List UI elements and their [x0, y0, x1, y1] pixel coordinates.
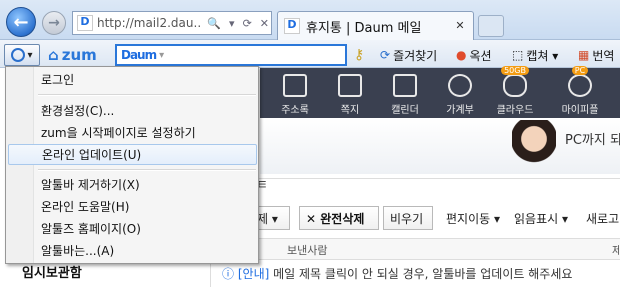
nav-label: 캘린더 [391, 105, 419, 116]
nav-label: 마이피플 [561, 105, 599, 116]
update-notice[interactable]: ⓘ [안내] 메일 제목 클릭이 안 되실 경우, 알툴바를 업데이트 해주세요 [222, 265, 572, 282]
nav-household-ledger[interactable]: 가계부 [437, 72, 483, 116]
refresh-icon[interactable]: ⟳ [241, 17, 254, 30]
forward-arrow-icon: → [48, 15, 60, 31]
won-icon [448, 74, 472, 97]
tab-title: 휴지통 | Daum 메일 [306, 20, 422, 36]
sidebar-item-drafts[interactable]: 임시보관함 [22, 262, 82, 281]
divider [250, 178, 620, 179]
tab-close-icon[interactable]: ✕ [453, 19, 467, 33]
permanent-delete-label: ✕ 완전삭제 [306, 211, 365, 226]
altoolbar-logo-icon [11, 48, 26, 62]
address-bar[interactable]: D http://mail2.dau... 🔍 ▾ ⟳ ✕ [72, 11, 272, 35]
chevron-down-icon: ▾ [27, 49, 33, 61]
new-tab-button[interactable] [478, 15, 504, 37]
daum-favicon-icon: D [284, 18, 300, 34]
altoolbar-menu-button[interactable]: ▾ [4, 44, 40, 66]
menu-item-login[interactable]: 로그인 [8, 69, 257, 90]
search-engine-dropdown-icon[interactable]: ▾ [159, 50, 164, 61]
nav-memo[interactable]: 쪽지 [327, 72, 373, 116]
column-subject-partial[interactable]: 제 [612, 242, 620, 258]
menu-item-set-homepage[interactable]: zum을 시작페이지로 설정하기 [8, 122, 257, 143]
menu-separator [38, 169, 256, 171]
permanent-delete-button[interactable]: ✕ 완전삭제 [299, 206, 379, 230]
auction-label: 옥션 [469, 48, 492, 63]
column-sender[interactable]: 보낸사람 [287, 242, 327, 258]
translate-icon: ▦ [578, 48, 590, 62]
nav-label: 주소록 [281, 105, 309, 116]
address-url[interactable]: http://mail2.dau... [97, 16, 201, 30]
forward-button[interactable]: → [42, 11, 66, 35]
refresh-button[interactable]: 새로고 [580, 206, 620, 230]
daum-search-logo: Daum [121, 48, 157, 62]
mypeople-icon [568, 74, 592, 97]
calendar-icon [393, 74, 417, 97]
move-mail-button[interactable]: 편지이동 ▾ [440, 206, 504, 230]
address-book-icon [283, 74, 307, 97]
notice-info-icon: ⓘ [222, 267, 235, 281]
daum-favicon-icon: D [77, 15, 93, 31]
menu-item-remove-toolbar[interactable]: 알툴바 제거하기(X) [8, 174, 257, 195]
back-button[interactable]: ← [6, 7, 36, 37]
search-input[interactable]: Daum ▾ [115, 44, 347, 66]
menu-separator [38, 94, 256, 96]
nav-label: 클라우드 [496, 105, 534, 116]
cloud-icon [503, 74, 527, 97]
cloud-badge: 50GB [501, 66, 529, 75]
mark-read-button[interactable]: 읽음표시 ▾ [508, 206, 574, 230]
favorites-icon: ⟳ [380, 48, 391, 62]
menu-item-online-update[interactable]: 온라인 업데이트(U) [8, 144, 257, 165]
capture-icon: ⬚ [512, 48, 524, 62]
nav-calendar[interactable]: 캘린더 [382, 72, 428, 116]
menu-item-online-help[interactable]: 온라인 도움말(H) [8, 196, 257, 217]
mypeople-badge: PC [571, 66, 589, 75]
key-icon: ⚷ [354, 47, 365, 63]
auction-icon: ● [456, 48, 467, 62]
auction-button[interactable]: ● 옥션 [456, 44, 492, 66]
zum-button[interactable]: ⌂ zum [48, 44, 108, 66]
nav-label: 가계부 [446, 105, 474, 116]
sidebar-divider [210, 262, 211, 287]
menu-item-altools-homepage[interactable]: 알툴즈 홈페이지(O) [8, 218, 257, 239]
menu-item-about[interactable]: 알툴바는...(A) [8, 240, 257, 261]
nav-address-book[interactable]: 주소록 [272, 72, 318, 116]
tab-daum-mail[interactable]: D 휴지통 | Daum 메일 ✕ [277, 11, 474, 40]
translate-label: 번역 [592, 48, 615, 63]
back-arrow-icon: ← [13, 11, 29, 33]
search-icon[interactable]: 🔍 [205, 17, 223, 30]
menu-item-settings[interactable]: 환경설정(C)... [8, 100, 257, 121]
memo-icon [338, 74, 362, 97]
key-button[interactable]: ⚷ [354, 44, 364, 66]
nav-cloud[interactable]: 50GB 클라우드 [492, 66, 538, 116]
nav-mypeople[interactable]: PC 마이피플 [557, 66, 603, 116]
home-icon: ⌂ [48, 46, 59, 64]
stop-icon[interactable]: ✕ [258, 17, 271, 30]
notice-text: 메일 제목 클릭이 안 되실 경우, 알툴바를 업데이트 해주세요 [269, 267, 573, 281]
banner-model-image [512, 120, 556, 174]
translate-button[interactable]: ▦ 번역 [578, 44, 614, 66]
zum-label: zum [61, 46, 97, 64]
banner-text: PC까지 되는 [565, 133, 620, 148]
capture-label: 캡쳐 ▾ [526, 48, 559, 63]
empty-button[interactable]: 비우기 [383, 206, 433, 230]
favorites-button[interactable]: ⟳ 즐겨찾기 [380, 44, 437, 66]
notice-tag: [안내] [237, 267, 270, 281]
address-dropdown-icon[interactable]: ▾ [227, 17, 237, 30]
nav-label: 쪽지 [340, 105, 360, 116]
capture-button[interactable]: ⬚ 캡쳐 ▾ [512, 44, 558, 66]
favorites-label: 즐겨찾기 [393, 48, 438, 63]
